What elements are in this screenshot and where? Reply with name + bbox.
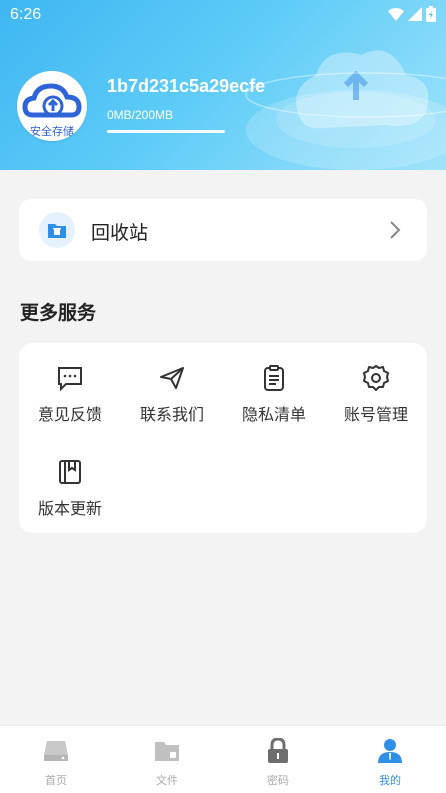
storage-progress-bar	[107, 130, 225, 133]
status-bar: 6:26	[0, 0, 446, 32]
trash-folder-icon	[39, 212, 75, 248]
nav-label: 我的	[379, 774, 401, 787]
book-icon	[59, 460, 81, 484]
folder-icon	[155, 742, 179, 761]
nav-label: 首页	[45, 774, 67, 787]
service-account[interactable]: 账号管理	[325, 363, 427, 425]
section-title: 更多服务	[20, 302, 97, 324]
nav-home[interactable]: 首页	[16, 736, 96, 788]
user-id: 1b7d231c5a29ecfe	[107, 76, 266, 96]
drive-icon	[44, 741, 68, 761]
nav-files[interactable]: 文件	[127, 736, 207, 788]
nav-label: 密码	[267, 774, 289, 787]
service-feedback[interactable]: 意见反馈	[19, 363, 121, 425]
profile-header: 6:26 安全存储 1b7d231c5a29ecfe 0MB/200MB	[0, 0, 446, 170]
bottom-navigation: 首页 文件 密码 我的	[0, 725, 446, 793]
send-icon	[160, 367, 184, 389]
service-label: 意见反馈	[37, 405, 102, 424]
service-privacy[interactable]: 隐私清单	[223, 363, 325, 425]
user-icon	[378, 739, 402, 763]
service-contact[interactable]: 联系我们	[121, 363, 223, 425]
nav-label: 文件	[156, 774, 178, 787]
nav-mine[interactable]: 我的	[350, 736, 430, 788]
avatar-label: 安全存储	[30, 125, 74, 138]
nav-password[interactable]: 密码	[238, 736, 318, 788]
gear-icon	[363, 365, 389, 391]
service-label: 联系我们	[139, 405, 204, 424]
service-label: 账号管理	[343, 405, 408, 424]
clipboard-icon	[264, 365, 284, 391]
feedback-icon	[58, 367, 82, 392]
service-label: 版本更新	[37, 499, 102, 518]
lock-icon	[268, 738, 288, 763]
battery-icon	[426, 6, 436, 22]
service-label: 隐私清单	[241, 405, 306, 424]
wifi-icon	[388, 8, 404, 21]
recycle-bin-row[interactable]: 回收站	[19, 199, 427, 261]
services-card: 意见反馈 联系我们 隐私清单 账号管理 版本更新	[19, 343, 427, 533]
recycle-bin-label: 回收站	[91, 222, 149, 244]
service-update[interactable]: 版本更新	[19, 457, 121, 519]
signal-icon	[408, 7, 422, 21]
status-time: 6:26	[10, 6, 42, 23]
avatar[interactable]: 安全存储	[17, 71, 87, 141]
storage-usage: 0MB/200MB	[107, 108, 174, 122]
chevron-right-icon	[390, 221, 401, 239]
status-icons	[388, 6, 436, 22]
